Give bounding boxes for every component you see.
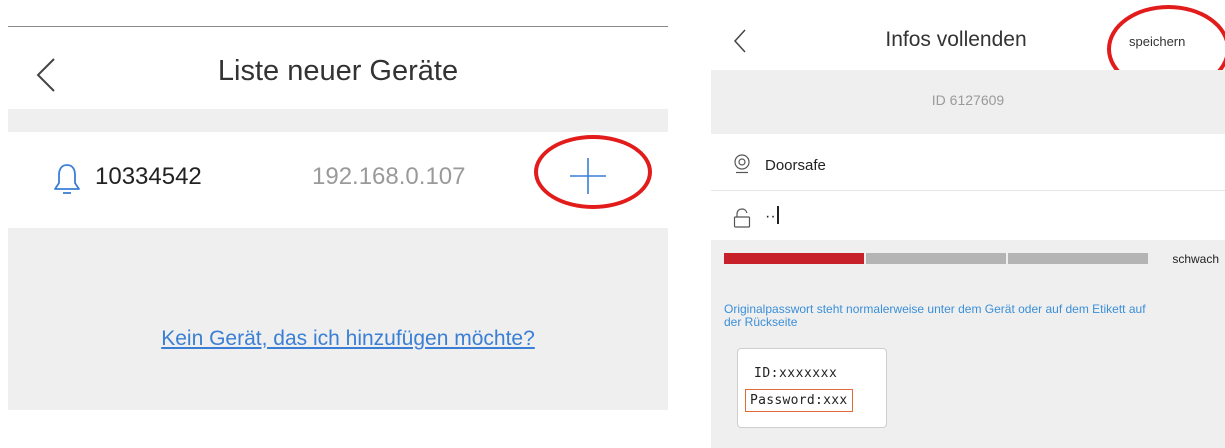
empty-area: [8, 228, 668, 410]
strength-label: schwach: [1172, 252, 1219, 266]
device-name-field[interactable]: [765, 157, 1065, 174]
text-cursor: [776, 206, 779, 224]
location-pin-icon: [734, 154, 750, 174]
strength-segment-3: [1008, 253, 1148, 264]
lock-icon: [733, 208, 751, 228]
no-device-link[interactable]: Kein Gerät, das ich hinzufügen möchte?: [8, 327, 688, 351]
password-value: ··: [765, 208, 776, 225]
strength-segment-2: [866, 253, 1006, 264]
strength-segment-1: [724, 253, 864, 264]
bell-icon: [54, 164, 80, 194]
device-id: ID 6127609: [931, 92, 1005, 108]
chevron-left-icon[interactable]: [733, 28, 747, 54]
label-password-line: Password:xxx: [745, 389, 853, 412]
new-devices-screen: Liste neuer Geräte 10334542 192.168.0.10…: [8, 0, 668, 448]
label-id-line: ID:xxxxxxx: [754, 366, 838, 381]
device-ip: 192.168.0.107: [312, 163, 466, 190]
page-title: Infos vollenden: [885, 28, 1027, 51]
page-title: Liste neuer Geräte: [217, 55, 459, 87]
highlight-circle: [534, 135, 652, 209]
password-field[interactable]: ··: [765, 206, 779, 226]
label-example-card: [737, 348, 887, 428]
complete-info-screen: Infos vollenden speichern ID 6127609 ·· …: [711, 0, 1225, 448]
password-row: [711, 191, 1225, 240]
device-id: 10334542: [95, 163, 202, 190]
section-spacer: [8, 109, 668, 132]
password-hint: Originalpasswort steht normalerweise unt…: [724, 302, 1146, 329]
